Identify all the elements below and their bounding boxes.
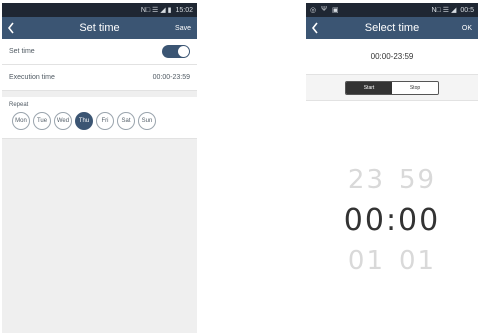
status-icon: ◎ [310,7,317,14]
stop-segment[interactable]: Stop [392,81,438,94]
prev-hour[interactable]: 23 [348,165,385,195]
current-hour[interactable]: 00 [344,203,386,238]
day-wed-button[interactable]: Wed [54,112,72,130]
day-sun-button[interactable]: Sun [138,112,156,130]
status-icon: ▣ [331,7,339,14]
set-time-label: Set time [9,48,35,55]
select-time-screen: ◎ Ψ ▣ N□ ☰ ◢ 00:5 Select time OK 00:00-2… [306,3,478,333]
toggle-knob [178,46,189,57]
title-bar: Set time Save [2,17,197,39]
status-bar: N□ ☰ ◢ ▮ 15:02 [2,3,197,17]
prev-minute[interactable]: 59 [399,165,436,195]
status-time: 15:02 [175,6,193,14]
execution-time-row[interactable]: Execution time 00:00-23:59 [2,65,197,91]
day-sat-button[interactable]: Sat [117,112,135,130]
repeat-label: Repeat [9,102,29,108]
status-icons: N□ ☰ ◢ [431,7,457,14]
time-separator: : [385,203,399,238]
execution-time-value: 00:00-23:59 [152,74,190,81]
title-bar: Select time OK [306,17,478,39]
save-button[interactable]: Save [175,25,197,32]
back-icon[interactable] [306,17,324,39]
picker-prev-row[interactable]: 23 59 [306,165,478,195]
time-picker[interactable]: 23 59 00:00 01 01 [306,101,478,333]
start-segment[interactable]: Start [346,81,392,94]
execution-time-label: Execution time [9,74,55,81]
day-mon-button[interactable]: Mon [12,112,30,130]
status-left-icons: ◎ Ψ ▣ [310,6,339,14]
start-stop-segment: Start Stop [345,80,439,95]
set-time-row: Set time [2,39,197,65]
set-time-screen: N□ ☰ ◢ ▮ 15:02 Set time Save Set time Ex… [2,3,197,333]
status-time: 00:5 [460,6,474,14]
picker-next-row[interactable]: 01 01 [306,246,478,276]
ok-button[interactable]: OK [462,25,478,32]
status-bar: ◎ Ψ ▣ N□ ☰ ◢ 00:5 [306,3,478,17]
next-minute[interactable]: 01 [399,246,436,276]
picker-current-row[interactable]: 00:00 [306,203,478,238]
status-icon: Ψ [321,6,327,13]
back-icon[interactable] [2,17,20,39]
next-hour[interactable]: 01 [348,246,385,276]
repeat-section: Repeat Mon Tue Wed Thu Fri Sat Sun [2,97,197,139]
segment-bar: Start Stop [306,75,478,101]
time-range: 00:00-23:59 [306,39,478,75]
day-selector: Mon Tue Wed Thu Fri Sat Sun [9,112,190,130]
day-thu-button[interactable]: Thu [75,112,93,130]
page-title: Set time [79,22,120,34]
day-fri-button[interactable]: Fri [96,112,114,130]
current-minute[interactable]: 00 [398,203,440,238]
status-icons: N□ ☰ ◢ ▮ [140,7,172,14]
day-tue-button[interactable]: Tue [33,112,51,130]
page-title: Select time [364,22,420,34]
set-time-toggle[interactable] [162,45,190,58]
